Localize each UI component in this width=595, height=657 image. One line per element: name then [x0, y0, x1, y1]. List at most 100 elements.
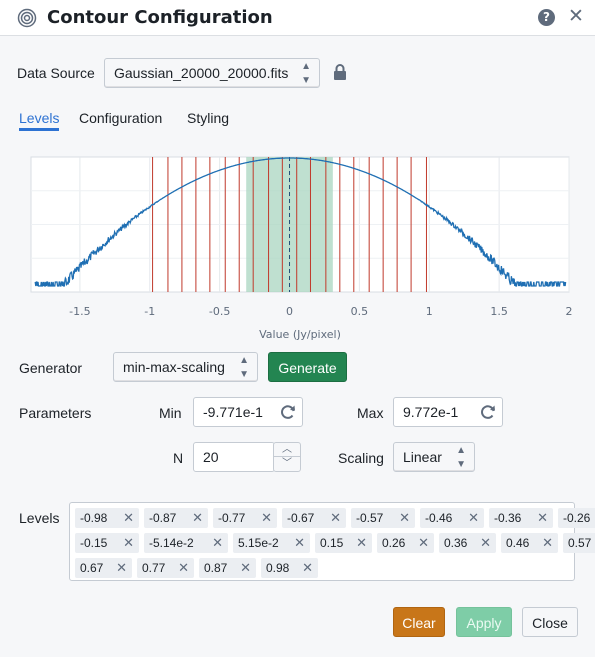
- select-caret-icon: ▲ ▼: [239, 355, 249, 380]
- level-tag[interactable]: 0.77 ✕: [137, 558, 194, 578]
- remove-tag-icon[interactable]: ✕: [212, 533, 223, 553]
- n-stepper[interactable]: ︿ ﹀: [273, 442, 301, 472]
- x-tick-label: -0.5: [209, 305, 230, 318]
- level-tag[interactable]: 0.26 ✕: [377, 533, 434, 553]
- level-tag[interactable]: -0.26✕: [558, 508, 595, 528]
- level-tag[interactable]: -0.46 ✕: [420, 508, 484, 528]
- level-tag-label: 0.46: [506, 536, 530, 550]
- remove-tag-icon[interactable]: ✕: [123, 508, 134, 528]
- remove-tag-icon[interactable]: ✕: [542, 533, 553, 553]
- level-tag-label: -5.14e-2: [149, 536, 194, 550]
- contour-icon: [17, 8, 37, 28]
- tab-styling[interactable]: Styling: [187, 110, 229, 126]
- chevron-up-icon[interactable]: ︿: [274, 443, 300, 457]
- remove-tag-icon[interactable]: ✕: [116, 558, 127, 578]
- level-tag-label: -0.15: [80, 536, 108, 550]
- remove-tag-icon[interactable]: ✕: [240, 558, 251, 578]
- level-tag[interactable]: -0.67 ✕: [282, 508, 346, 528]
- x-tick-label: 0: [286, 305, 293, 318]
- levels-tag-input[interactable]: -0.98 ✕ -0.87 ✕ -0.77 ✕ -0.67 ✕ -0.57 ✕ -0.46 ✕ -0.3…: [69, 502, 595, 581]
- remove-tag-icon[interactable]: ✕: [294, 533, 305, 553]
- remove-tag-icon[interactable]: ✕: [399, 508, 410, 528]
- level-tag-label: 0.26: [382, 536, 406, 550]
- remove-tag-icon[interactable]: ✕: [178, 558, 189, 578]
- apply-button[interactable]: Apply: [456, 607, 512, 637]
- n-label: N: [173, 450, 184, 466]
- clear-button[interactable]: Clear: [393, 607, 445, 637]
- min-value: -9.771e-1: [203, 404, 263, 420]
- scaling-label: Scaling: [338, 450, 384, 466]
- n-input[interactable]: 20: [193, 442, 275, 472]
- levels-histogram-chart[interactable]: -1.5 -1 -0.5 0 0.5 1 1.5 2 Value (Jy/pixel): [19, 145, 579, 345]
- level-tag-label: 0.15: [320, 536, 344, 550]
- chevron-down-icon[interactable]: ﹀: [274, 457, 300, 471]
- remove-tag-icon[interactable]: ✕: [123, 533, 134, 553]
- generator-label: Generator: [19, 360, 83, 376]
- level-tag-label: 0.98: [266, 561, 290, 575]
- level-tag-label: -0.36: [494, 511, 522, 525]
- remove-tag-icon[interactable]: ✕: [356, 533, 367, 553]
- parameters-label: Parameters: [19, 405, 92, 421]
- level-tag[interactable]: -0.57 ✕: [351, 508, 415, 528]
- help-icon[interactable]: ?: [538, 9, 555, 26]
- remove-tag-icon[interactable]: ✕: [192, 508, 203, 528]
- x-tick-label: -1: [144, 305, 155, 318]
- level-tag-label: 0.57: [568, 536, 592, 550]
- level-tag-label: 0.36: [444, 536, 468, 550]
- generator-value: min-max-scaling: [123, 359, 225, 375]
- level-tag[interactable]: 0.98 ✕: [261, 558, 318, 578]
- level-tag-label: -0.77: [218, 511, 246, 525]
- close-button[interactable]: Close: [522, 607, 578, 637]
- level-tag[interactable]: 0.67 ✕: [75, 558, 132, 578]
- remove-tag-icon[interactable]: ✕: [261, 508, 272, 528]
- level-tag-label: -0.67: [287, 511, 315, 525]
- dialog-title: Contour Configuration: [47, 7, 273, 28]
- histogram-plot[interactable]: -1.5 -1 -0.5 0 0.5 1 1.5 2 Value (Jy/pixel): [19, 145, 579, 345]
- level-tag-label: -0.98: [80, 511, 108, 525]
- max-label: Max: [357, 405, 384, 421]
- remove-tag-icon[interactable]: ✕: [468, 508, 479, 528]
- close-icon[interactable]: ✕: [568, 7, 584, 27]
- tab-levels[interactable]: Levels: [19, 110, 59, 126]
- level-tag[interactable]: -0.87 ✕: [144, 508, 208, 528]
- n-value: 20: [203, 449, 219, 465]
- tab-configuration[interactable]: Configuration: [79, 110, 162, 126]
- level-tag[interactable]: 0.36 ✕: [439, 533, 496, 553]
- remove-tag-icon[interactable]: ✕: [302, 558, 313, 578]
- generator-select[interactable]: min-max-scaling ▲ ▼: [113, 352, 258, 382]
- contour-configuration-dialog: Contour Configuration ? ✕ Data Source Ga…: [0, 0, 595, 657]
- level-tag[interactable]: -0.98 ✕: [75, 508, 139, 528]
- data-source-value: Gaussian_20000_20000.fits: [114, 65, 289, 81]
- level-tag[interactable]: 5.15e-2 ✕: [233, 533, 310, 553]
- remove-tag-icon[interactable]: ✕: [330, 508, 341, 528]
- remove-tag-icon[interactable]: ✕: [537, 508, 548, 528]
- level-tag[interactable]: -0.77 ✕: [213, 508, 277, 528]
- x-tick-label: 2: [566, 305, 573, 318]
- level-tag[interactable]: -5.14e-2 ✕: [144, 533, 228, 553]
- level-tag-label: -0.46: [425, 511, 453, 525]
- level-tag[interactable]: -0.15 ✕: [75, 533, 139, 553]
- level-tag[interactable]: 0.46 ✕: [501, 533, 558, 553]
- level-tag[interactable]: 0.57✕: [563, 533, 595, 553]
- remove-tag-icon[interactable]: ✕: [418, 533, 429, 553]
- reset-max-icon[interactable]: [479, 403, 497, 421]
- lock-icon[interactable]: [333, 64, 347, 80]
- select-caret-icon: ▲ ▼: [456, 445, 466, 470]
- scaling-select[interactable]: Linear ▲ ▼: [393, 442, 475, 472]
- level-tag-label: 5.15e-2: [238, 536, 279, 550]
- level-tag[interactable]: 0.87 ✕: [199, 558, 256, 578]
- level-tag-label: -0.57: [356, 511, 384, 525]
- level-tag-label: -0.26: [563, 511, 591, 525]
- level-tag[interactable]: -0.36 ✕: [489, 508, 553, 528]
- max-value: 9.772e-1: [403, 404, 459, 420]
- level-tag-label: -0.87: [149, 511, 177, 525]
- generate-button[interactable]: Generate: [268, 352, 347, 382]
- level-tag[interactable]: 0.15 ✕: [315, 533, 372, 553]
- level-tag-label: 0.67: [80, 561, 104, 575]
- level-tag-label: 0.77: [142, 561, 166, 575]
- select-caret-icon: ▲ ▼: [301, 61, 311, 86]
- reset-min-icon[interactable]: [279, 403, 297, 421]
- x-tick-label: -1.5: [69, 305, 90, 318]
- remove-tag-icon[interactable]: ✕: [480, 533, 491, 553]
- data-source-select[interactable]: Gaussian_20000_20000.fits ▲ ▼: [104, 58, 320, 88]
